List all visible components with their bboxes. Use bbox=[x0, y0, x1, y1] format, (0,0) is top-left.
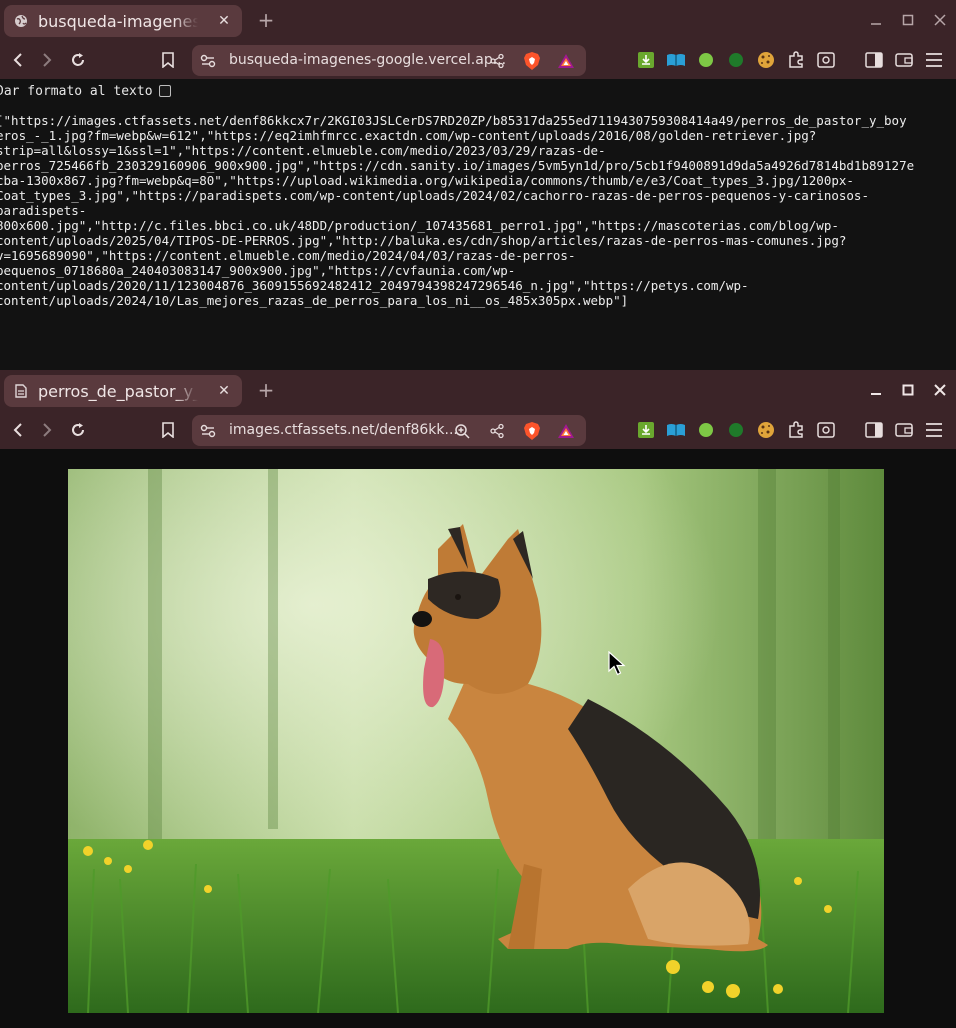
site-settings-icon[interactable] bbox=[198, 51, 218, 71]
green-dot-extension-icon[interactable] bbox=[696, 420, 716, 440]
sidebar-icon[interactable] bbox=[864, 50, 884, 70]
json-line: cba-1300x867.jpg?fm=webp&q=80","https://… bbox=[0, 173, 854, 188]
json-viewer: Dar formato al texto ["https://images.ct… bbox=[0, 79, 956, 370]
json-line: pequenos_0718680a_240403083147_900x900.j… bbox=[0, 263, 516, 278]
toolbar: busqueda-imagenes-google.vercel.ap... bbox=[0, 41, 956, 79]
site-settings-icon[interactable] bbox=[198, 421, 218, 441]
new-tab-button[interactable]: + bbox=[256, 379, 276, 401]
download-extension-icon[interactable] bbox=[636, 420, 656, 440]
json-line: paradispets- bbox=[0, 203, 87, 218]
menu-icon[interactable] bbox=[924, 50, 944, 70]
document-icon bbox=[14, 384, 28, 398]
brave-shields-icon[interactable] bbox=[522, 51, 542, 71]
zoom-icon[interactable] bbox=[452, 421, 472, 441]
address-bar[interactable]: busqueda-imagenes-google.vercel.ap... bbox=[192, 45, 586, 76]
json-line: perros_725466fb_230329160906_900x900.jpg… bbox=[0, 158, 915, 173]
tab-strip: perros_de_pastor_y_boyeros_-_1.jpg ✕ + bbox=[0, 370, 956, 411]
cookie-extension-icon[interactable] bbox=[756, 420, 776, 440]
sidebar-icon[interactable] bbox=[864, 420, 884, 440]
bookmark-icon[interactable] bbox=[155, 417, 181, 443]
json-line: eros_-_1.jpg?fm=webp&w=612","https://eq2… bbox=[0, 128, 817, 143]
maximize-icon[interactable] bbox=[895, 378, 921, 402]
mouse-cursor-icon bbox=[608, 650, 626, 681]
json-line: content/uploads/2025/04/TIPOS-DE-PERROS.… bbox=[0, 233, 847, 248]
address-bar[interactable]: images.ctfassets.net/denf86kk... bbox=[192, 415, 586, 446]
share-icon[interactable] bbox=[487, 421, 507, 441]
share-icon[interactable] bbox=[487, 51, 507, 71]
toolbar: images.ctfassets.net/denf86kk... bbox=[0, 411, 956, 449]
screenshot-icon[interactable] bbox=[816, 420, 836, 440]
reload-icon[interactable] bbox=[65, 47, 91, 73]
dark-green-dot-extension-icon[interactable] bbox=[726, 420, 746, 440]
minimize-icon[interactable] bbox=[863, 378, 889, 402]
forward-icon[interactable] bbox=[34, 417, 60, 443]
back-icon[interactable] bbox=[5, 417, 31, 443]
json-line: v=1695689090","https://content.elmueble.… bbox=[0, 248, 576, 263]
tab-strip: busqueda-imagenes-google.vercel.app ✕ + bbox=[0, 0, 956, 41]
brave-rewards-icon[interactable] bbox=[556, 51, 576, 71]
json-line: strip=all&lossy=1&ssl=1","https://conten… bbox=[0, 143, 606, 158]
wallet-icon[interactable] bbox=[894, 420, 914, 440]
wallet-icon[interactable] bbox=[894, 50, 914, 70]
extensions-puzzle-icon[interactable] bbox=[786, 50, 806, 70]
close-tab-button[interactable]: ✕ bbox=[214, 381, 234, 401]
url-text: busqueda-imagenes-google.vercel.ap... bbox=[229, 52, 507, 68]
json-text: ["https://images.ctfassets.net/denf86kkc… bbox=[0, 113, 914, 308]
tab-title: perros_de_pastor_y_boyeros_-_1.jpg bbox=[38, 381, 198, 401]
new-tab-button[interactable]: + bbox=[256, 9, 276, 31]
format-checkbox[interactable] bbox=[158, 85, 171, 97]
json-line: ["https://images.ctfassets.net/denf86kkc… bbox=[0, 113, 907, 128]
forward-icon[interactable] bbox=[34, 47, 60, 73]
download-extension-icon[interactable] bbox=[636, 50, 656, 70]
format-label: Dar formato al texto bbox=[0, 83, 153, 99]
screenshot-icon[interactable] bbox=[816, 50, 836, 70]
cookie-extension-icon[interactable] bbox=[756, 50, 776, 70]
browser-window-json: busqueda-imagenes-google.vercel.app ✕ + bbox=[0, 0, 956, 370]
dark-green-dot-extension-icon[interactable] bbox=[726, 50, 746, 70]
minimize-icon[interactable] bbox=[863, 8, 889, 32]
close-tab-button[interactable]: ✕ bbox=[214, 11, 234, 31]
url-text: images.ctfassets.net/denf86kk... bbox=[229, 422, 458, 438]
globe-icon bbox=[14, 14, 28, 28]
reload-icon[interactable] bbox=[65, 417, 91, 443]
json-line: Coat_types_3.jpg","https://paradispets.c… bbox=[0, 188, 869, 203]
format-toggle[interactable]: Dar formato al texto bbox=[0, 82, 171, 100]
dog-photo[interactable] bbox=[68, 469, 884, 1013]
extensions-puzzle-icon[interactable] bbox=[786, 420, 806, 440]
tab-busqueda-imagenes[interactable]: busqueda-imagenes-google.vercel.app ✕ bbox=[4, 5, 242, 37]
json-line: 800x600.jpg","http://c.files.bbci.co.uk/… bbox=[0, 218, 839, 233]
back-icon[interactable] bbox=[5, 47, 31, 73]
bookmark-icon[interactable] bbox=[155, 47, 181, 73]
json-line: content/uploads/2020/11/123004876_360915… bbox=[0, 278, 749, 293]
maximize-icon[interactable] bbox=[895, 8, 921, 32]
brave-shields-icon[interactable] bbox=[522, 421, 542, 441]
json-line: content/uploads/2024/10/Las_mejores_raza… bbox=[0, 293, 629, 308]
close-window-icon[interactable] bbox=[927, 8, 953, 32]
reader-extension-icon[interactable] bbox=[666, 50, 686, 70]
menu-icon[interactable] bbox=[924, 420, 944, 440]
green-dot-extension-icon[interactable] bbox=[696, 50, 716, 70]
browser-window-image: perros_de_pastor_y_boyeros_-_1.jpg ✕ + bbox=[0, 370, 956, 1028]
reader-extension-icon[interactable] bbox=[666, 420, 686, 440]
tab-perros-de-pastor[interactable]: perros_de_pastor_y_boyeros_-_1.jpg ✕ bbox=[4, 375, 242, 407]
close-window-icon[interactable] bbox=[927, 378, 953, 402]
tab-title: busqueda-imagenes-google.vercel.app bbox=[38, 11, 198, 31]
brave-rewards-icon[interactable] bbox=[556, 421, 576, 441]
